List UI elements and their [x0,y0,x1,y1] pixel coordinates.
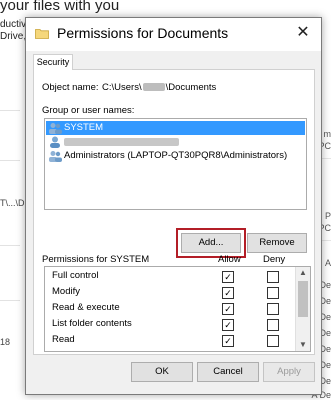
permissions-for-label: Permissions for SYSTEM [42,254,150,265]
principals-list[interactable]: SYSTEM Administrators (LAPTOP-QT30PQR8\A… [44,118,307,210]
permission-row: Full control ✓ [45,268,295,284]
permission-row: Modify ✓ [45,284,295,300]
permissions-dialog: Permissions for Documents ✕ Security Obj… [25,17,322,395]
permissions-scrollbar[interactable]: ▲ ▼ [295,267,310,351]
allow-checkbox[interactable]: ✓ [222,271,234,283]
background-text-line: ductiv [0,19,27,30]
background-path-fragment: T\...\D [0,198,25,208]
permission-name: Read [52,334,75,345]
object-path-suffix: \Documents [165,82,217,93]
background-window-title: your files with you [0,0,120,14]
principal-name: Administrators (LAPTOP-QT30PQR8\Administ… [64,150,288,161]
cancel-button[interactable]: Cancel [197,362,259,382]
scroll-thumb[interactable] [298,281,308,317]
principal-name: SYSTEM [64,122,104,133]
group-or-user-names-label: Group or user names: [42,105,135,116]
dialog-titlebar[interactable]: Permissions for Documents ✕ [26,18,321,51]
permission-name: List folder contents [52,318,132,329]
deny-checkbox[interactable] [267,303,279,315]
background-divider [0,160,20,161]
users-icon [49,123,62,134]
deny-checkbox[interactable] [267,287,279,299]
principal-row-system[interactable]: SYSTEM [46,121,305,135]
redacted-username [142,83,165,91]
scroll-down-arrow-icon[interactable]: ▼ [296,339,310,351]
object-path-prefix: C:\Users\ [102,82,142,93]
add-button[interactable]: Add... [181,233,241,253]
permission-name: Full control [52,270,99,281]
ok-button[interactable]: OK [131,362,193,382]
apply-button[interactable]: Apply [263,362,315,382]
allow-checkbox[interactable]: ✓ [222,287,234,299]
permission-row: Read & execute ✓ [45,300,295,316]
background-fragment: A [324,258,331,268]
background-fragment: m [323,129,331,139]
permission-row: Read ✓ [45,332,295,348]
user-icon [50,136,60,148]
deny-checkbox[interactable] [267,335,279,347]
allow-checkbox[interactable]: ✓ [222,319,234,331]
users-icon [49,151,62,162]
background-number-fragment: 18 [0,337,11,347]
permissions-list: Full control ✓ Modify ✓ Read & execute ✓… [44,266,311,352]
allow-column-header: Allow [218,254,241,265]
principal-row-administrators[interactable]: Administrators (LAPTOP-QT30PQR8\Administ… [46,149,305,163]
dialog-title: Permissions for Documents [57,25,229,41]
deny-checkbox[interactable] [267,319,279,331]
allow-checkbox[interactable]: ✓ [222,303,234,315]
object-name-value: C:\Users\ \Documents [102,82,216,93]
principal-row-user[interactable] [46,135,305,149]
redacted-user-name [64,138,179,146]
allow-checkbox[interactable]: ✓ [222,335,234,347]
deny-checkbox[interactable] [267,271,279,283]
remove-button[interactable]: Remove [247,233,307,253]
permission-name: Modify [52,286,80,297]
close-button[interactable]: ✕ [293,23,313,43]
security-panel: Object name: C:\Users\ \Documents Group o… [33,69,315,355]
scroll-up-arrow-icon[interactable]: ▲ [296,267,310,279]
deny-column-header: Deny [263,254,286,265]
background-divider [0,245,20,246]
permission-name: Read & execute [52,302,120,313]
background-divider [0,300,20,301]
permission-row: List folder contents ✓ [45,316,295,332]
tab-security[interactable]: Security [33,54,73,70]
object-name-label: Object name: [42,82,99,93]
folder-icon [35,29,49,39]
background-divider [0,110,20,111]
